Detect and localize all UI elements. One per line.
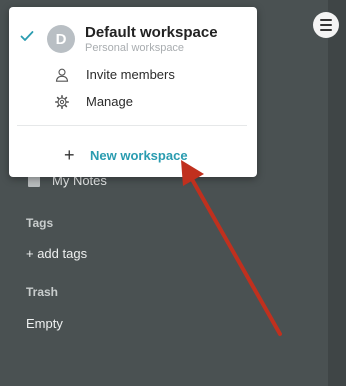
trash-status[interactable]: Empty [26,316,63,331]
manage-label: Manage [86,94,133,109]
tags-heading: Tags [26,216,54,230]
workspace-avatar: D [47,25,75,53]
workspace-name[interactable]: Default workspace [85,24,218,41]
hamburger-menu-button[interactable] [313,12,339,38]
new-workspace-label: New workspace [90,147,188,163]
invite-members-label: Invite members [86,67,175,82]
add-tags-link[interactable]: + add tags [26,246,87,261]
gear-icon [55,94,69,109]
trash-heading: Trash [26,285,59,299]
workspace-dropdown: D Default workspace Personal workspace I… [9,7,257,177]
invite-members-item[interactable]: Invite members [55,67,175,82]
user-icon [55,68,69,82]
right-panel-edge [328,0,346,386]
checkmark-icon [20,31,34,41]
new-workspace-button[interactable]: + New workspace [64,146,188,164]
workspace-subtitle: Personal workspace [85,42,185,54]
plus-icon: + [64,145,75,165]
manage-item[interactable]: Manage [55,94,133,109]
menu-divider [17,125,247,126]
